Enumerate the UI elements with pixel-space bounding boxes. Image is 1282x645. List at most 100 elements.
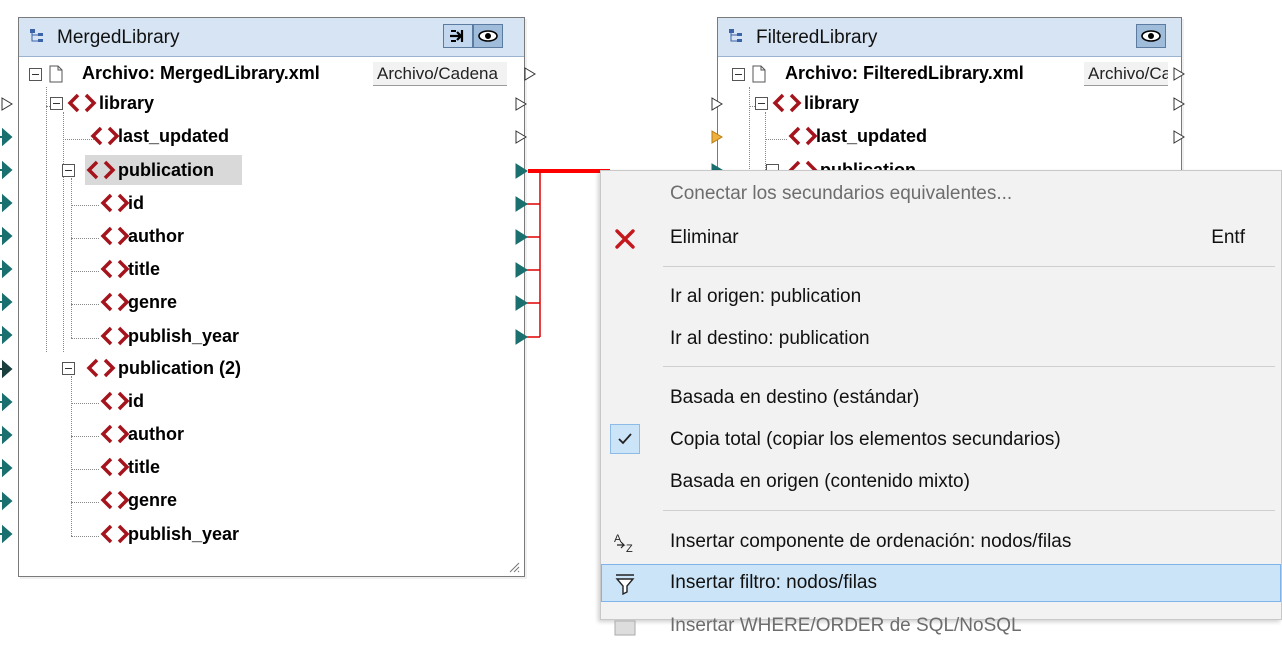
document-icon xyxy=(49,65,63,83)
red-x-icon xyxy=(615,229,635,249)
node-label: library xyxy=(804,93,860,113)
node-label: author xyxy=(128,226,184,246)
file-row[interactable]: Archivo: MergedLibrary.xml Archivo/Caden… xyxy=(29,61,519,89)
node-label: author xyxy=(128,424,184,444)
context-menu[interactable]: Conectar los secundarios equivalentes...… xyxy=(600,170,1282,636)
node-label: title xyxy=(128,259,161,279)
node-label: library xyxy=(99,93,155,113)
tree-node-id[interactable]: id xyxy=(100,386,300,416)
tree-node-publication-2[interactable]: publication (2) xyxy=(58,353,358,383)
menu-item-goto-source[interactable]: Ir al origen: publication xyxy=(601,278,1281,316)
node-label: id xyxy=(128,193,144,213)
element-tag-icon xyxy=(100,259,130,279)
menu-item-delete[interactable]: Eliminar Entf xyxy=(601,219,1281,257)
file-label: Archivo: FilteredLibrary.xml xyxy=(785,63,1024,83)
file-mode-selector[interactable]: Archivo/Cadena xyxy=(1084,62,1168,86)
menu-separator xyxy=(663,266,1275,267)
component-title-bar[interactable]: FilteredLibrary xyxy=(718,18,1181,57)
node-label: publish_year xyxy=(128,524,240,544)
checkmark-icon xyxy=(618,433,632,445)
preview-button[interactable] xyxy=(473,24,503,48)
element-tag-icon xyxy=(788,126,818,146)
file-label: Archivo: MergedLibrary.xml xyxy=(82,63,320,83)
output-connector[interactable] xyxy=(1172,66,1186,82)
menu-item-goto-target[interactable]: Ir al destino: publication xyxy=(601,320,1281,358)
menu-item-label: Eliminar xyxy=(670,227,739,248)
svg-text:Z: Z xyxy=(626,543,633,555)
document-icon xyxy=(752,65,766,83)
output-connector[interactable] xyxy=(524,67,536,81)
node-label: title xyxy=(128,457,161,477)
eye-icon xyxy=(1141,30,1161,42)
menu-item-label: Ir al destino: publication xyxy=(670,328,870,349)
tree-node-author[interactable]: author xyxy=(100,419,300,449)
menu-item-shortcut: Entf xyxy=(1211,227,1245,248)
right-output-connectors xyxy=(1173,97,1185,144)
element-tag-icon xyxy=(788,160,818,170)
node-label: last_updated xyxy=(118,126,230,146)
tree-node-publication[interactable]: publication xyxy=(58,155,358,185)
tree-structure-icon xyxy=(30,29,43,42)
menu-item-source-driven[interactable]: Basada en origen (contenido mixto) xyxy=(601,463,1281,501)
menu-item-target-driven[interactable]: Basada en destino (estándar) xyxy=(601,379,1281,417)
menu-item-label: Conectar los secundarios equivalentes... xyxy=(670,183,1013,204)
filter-funnel-icon xyxy=(615,574,635,596)
eye-icon xyxy=(478,30,498,42)
menu-item-label: Insertar filtro: nodos/filas xyxy=(670,572,877,593)
fold-button[interactable] xyxy=(443,24,473,48)
tree-structure-icon xyxy=(729,29,742,42)
element-tag-icon xyxy=(86,358,116,378)
menu-separator xyxy=(663,366,1275,367)
element-tag-icon xyxy=(100,193,130,213)
element-tag-icon xyxy=(100,457,130,477)
file-mode-selector[interactable]: Archivo/Cadena xyxy=(373,62,507,86)
collapse-toggle[interactable] xyxy=(755,97,768,110)
component-title-bar[interactable]: MergedLibrary xyxy=(19,18,524,57)
preview-button[interactable] xyxy=(1136,24,1166,48)
checkmark-box xyxy=(610,424,640,454)
resize-grip-icon[interactable] xyxy=(508,561,520,573)
collapse-toggle[interactable] xyxy=(62,164,75,177)
menu-item-connect-children[interactable]: Conectar los secundarios equivalentes... xyxy=(601,175,1281,213)
menu-item-label: Basada en destino (estándar) xyxy=(670,387,920,408)
tree-node-id[interactable]: id xyxy=(100,188,300,218)
component-title: MergedLibrary xyxy=(57,27,180,48)
tree-node-genre[interactable]: genre xyxy=(100,287,300,317)
menu-item-copy-all[interactable]: Copia total (copiar los elementos secund… xyxy=(601,421,1281,459)
node-label: publication xyxy=(820,160,916,170)
node-label: publication xyxy=(118,160,214,180)
collapse-toggle[interactable] xyxy=(62,362,75,375)
node-label: genre xyxy=(128,490,178,510)
collapse-toggle[interactable] xyxy=(50,97,63,110)
tree-node-publish-year[interactable]: publish_year xyxy=(100,519,300,549)
tree-node-last-updated[interactable]: last_updated xyxy=(90,121,390,151)
left-input-connectors xyxy=(0,127,13,544)
collapse-toggle[interactable] xyxy=(29,68,42,81)
menu-item-insert-sql[interactable]: Insertar WHERE/ORDER de SQL/NoSQL xyxy=(601,607,1281,645)
tree-node-last-updated[interactable]: last_updated xyxy=(788,121,1088,151)
element-tag-icon xyxy=(100,292,130,312)
tree-node-title[interactable]: title xyxy=(100,452,300,482)
tree-node-publish-year[interactable]: publish_year xyxy=(100,321,300,351)
tree-node-library[interactable]: library xyxy=(40,88,340,118)
tree-node-publication[interactable]: publication xyxy=(762,155,962,170)
menu-item-insert-filter[interactable]: Insertar filtro: nodos/filas xyxy=(601,564,1281,602)
tree-node-genre[interactable]: genre xyxy=(100,485,300,515)
tree-node-title[interactable]: title xyxy=(100,254,300,284)
tree-node-author[interactable]: author xyxy=(100,221,300,251)
sort-az-icon: A Z xyxy=(614,533,633,555)
file-row[interactable]: Archivo: FilteredLibrary.xml Archivo/Cad… xyxy=(728,61,1178,89)
menu-item-label: Ir al origen: publication xyxy=(670,286,862,307)
element-tag-icon xyxy=(100,226,130,246)
tree-node-library[interactable]: library xyxy=(744,88,1044,118)
left-output-connectors xyxy=(515,97,528,345)
element-tag-icon xyxy=(100,391,130,411)
node-label: publish_year xyxy=(128,326,240,346)
menu-item-insert-sort[interactable]: A Z Insertar componente de ordenación: n… xyxy=(601,523,1281,561)
fold-arrows-icon xyxy=(450,30,464,42)
svg-text:A: A xyxy=(614,533,622,545)
library-input-connector[interactable] xyxy=(0,96,14,112)
right-input-connectors xyxy=(711,97,723,176)
element-tag-icon xyxy=(100,524,130,544)
collapse-toggle[interactable] xyxy=(732,68,745,81)
